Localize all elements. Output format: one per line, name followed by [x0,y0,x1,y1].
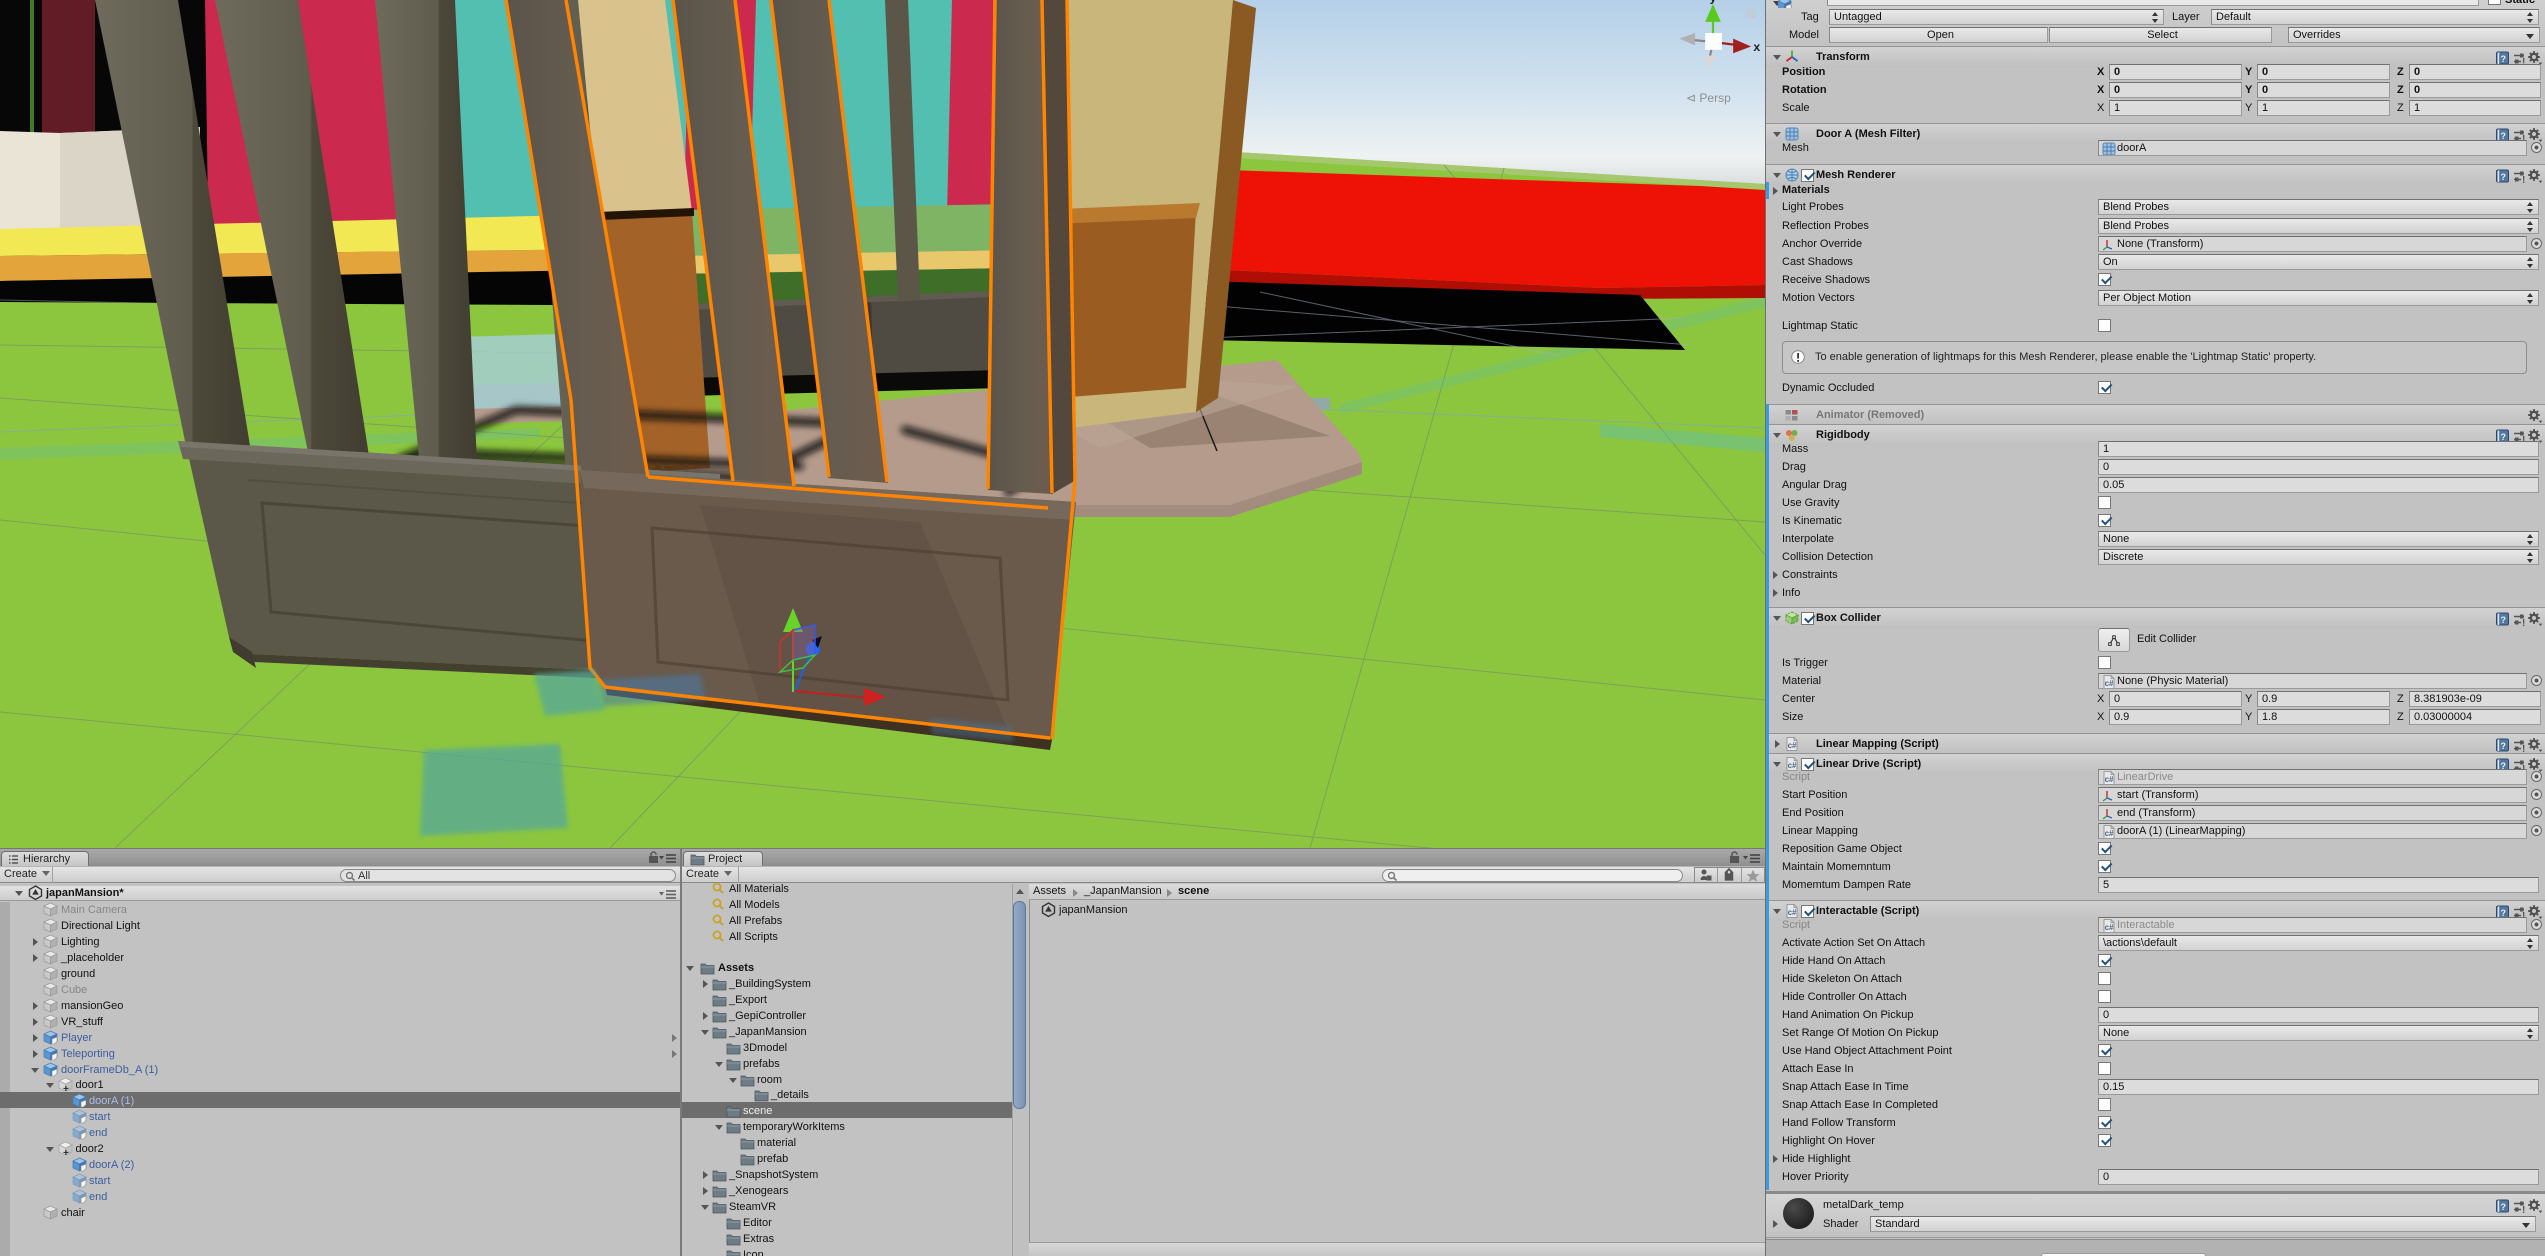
svg-text:y: y [1710,0,1717,5]
svg-text:x: x [1753,40,1760,54]
svg-text:⊲ Persp: ⊲ Persp [1686,91,1731,105]
